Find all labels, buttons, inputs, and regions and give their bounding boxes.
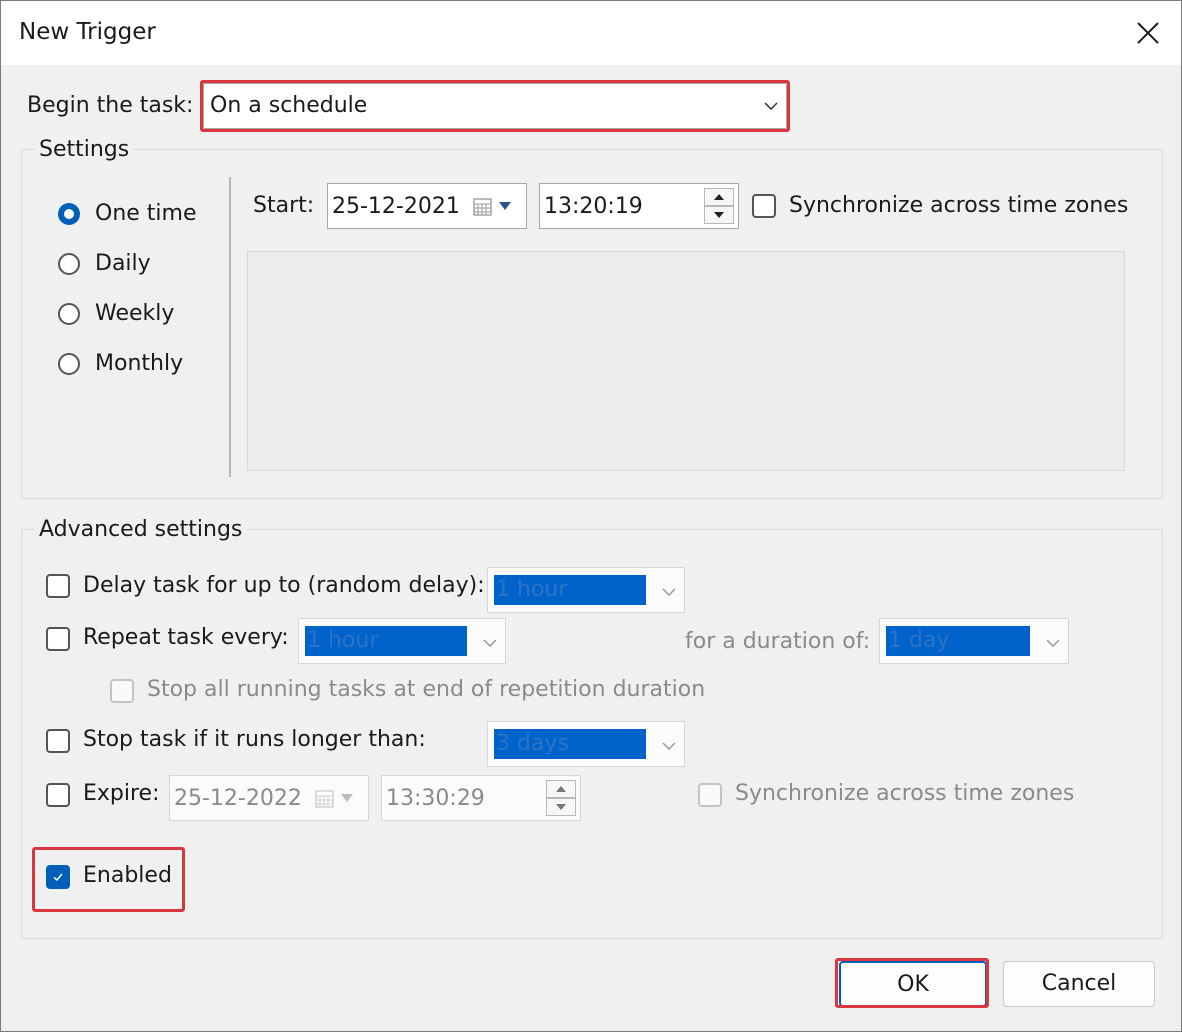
stop-task-value: 3 days bbox=[494, 729, 646, 759]
highlight-enabled bbox=[32, 847, 185, 912]
radio-weekly[interactable] bbox=[58, 303, 80, 325]
cancel-button[interactable]: Cancel bbox=[1003, 961, 1155, 1007]
chevron-down-icon bbox=[1046, 639, 1060, 647]
dropdown-arrow-icon[interactable] bbox=[340, 793, 354, 803]
stop-all-checkbox[interactable] bbox=[110, 679, 134, 703]
radio-one-time-label: One time bbox=[95, 201, 197, 226]
expire-spin-up[interactable] bbox=[546, 780, 576, 798]
expire-date-picker[interactable]: 25-12-2022 bbox=[169, 775, 369, 821]
expire-date-value: 25-12-2022 bbox=[174, 786, 302, 811]
chevron-down-icon bbox=[483, 639, 497, 647]
up-arrow-icon bbox=[556, 786, 566, 792]
schedule-options-panel bbox=[247, 251, 1125, 471]
radio-one-time[interactable] bbox=[58, 203, 80, 225]
settings-divider bbox=[229, 177, 231, 477]
delay-checkbox[interactable] bbox=[46, 574, 70, 598]
stop-task-checkbox[interactable] bbox=[46, 729, 70, 753]
highlight-ok bbox=[835, 958, 989, 1008]
chevron-down-icon bbox=[662, 742, 676, 750]
start-time-input[interactable]: 13:20:19 bbox=[539, 183, 739, 229]
advanced-settings-title: Advanced settings bbox=[35, 517, 247, 542]
delay-value: 1 hour bbox=[494, 575, 646, 605]
expire-time-input[interactable]: 13:30:29 bbox=[381, 775, 581, 821]
time-spin-down[interactable] bbox=[704, 206, 734, 224]
repeat-select[interactable]: 1 hour bbox=[298, 618, 506, 664]
sync-timezones-label: Synchronize across time zones bbox=[789, 193, 1129, 218]
repeat-value: 1 hour bbox=[305, 626, 467, 656]
expire-spin-down[interactable] bbox=[546, 798, 576, 816]
repeat-label: Repeat task every: bbox=[83, 625, 289, 650]
start-date-picker[interactable]: 25-12-2021 bbox=[327, 183, 527, 229]
expire-time-value: 13:30:29 bbox=[386, 786, 485, 811]
calendar-icon[interactable] bbox=[314, 788, 336, 810]
up-arrow-icon bbox=[714, 194, 724, 200]
highlight-begin-task bbox=[200, 80, 790, 132]
expire-checkbox[interactable] bbox=[46, 783, 70, 807]
title-bar: New Trigger bbox=[1, 1, 1181, 65]
start-date-value: 25-12-2021 bbox=[332, 194, 460, 219]
calendar-icon[interactable] bbox=[472, 196, 494, 218]
repeat-checkbox[interactable] bbox=[46, 627, 70, 651]
radio-monthly-label: Monthly bbox=[95, 351, 184, 376]
dropdown-arrow-icon[interactable] bbox=[498, 201, 512, 211]
radio-monthly[interactable] bbox=[58, 353, 80, 375]
duration-value: 1 day bbox=[886, 626, 1030, 656]
expire-label: Expire: bbox=[83, 781, 160, 806]
dialog-title: New Trigger bbox=[19, 19, 156, 45]
close-icon[interactable] bbox=[1125, 13, 1171, 53]
expire-sync-label: Synchronize across time zones bbox=[735, 781, 1075, 806]
radio-daily[interactable] bbox=[58, 253, 80, 275]
sync-timezones-checkbox[interactable] bbox=[752, 194, 776, 218]
down-arrow-icon bbox=[714, 212, 724, 218]
begin-task-label: Begin the task: bbox=[27, 93, 194, 118]
stop-task-label: Stop task if it runs longer than: bbox=[83, 727, 426, 752]
chevron-down-icon bbox=[662, 588, 676, 596]
settings-title: Settings bbox=[35, 137, 134, 162]
duration-label: for a duration of: bbox=[685, 629, 871, 654]
start-label: Start: bbox=[253, 193, 315, 218]
start-time-value: 13:20:19 bbox=[544, 194, 643, 219]
expire-sync-checkbox[interactable] bbox=[698, 783, 722, 807]
delay-select[interactable]: 1 hour bbox=[487, 567, 685, 613]
down-arrow-icon bbox=[556, 804, 566, 810]
new-trigger-dialog: New Trigger Begin the task: On a schedul… bbox=[0, 0, 1182, 1032]
stop-all-label: Stop all running tasks at end of repetit… bbox=[147, 677, 706, 702]
radio-daily-label: Daily bbox=[95, 251, 151, 276]
time-spin-up[interactable] bbox=[704, 188, 734, 206]
delay-label: Delay task for up to (random delay): bbox=[83, 573, 485, 598]
duration-select[interactable]: 1 day bbox=[879, 618, 1069, 664]
stop-task-select[interactable]: 3 days bbox=[487, 721, 685, 767]
radio-weekly-label: Weekly bbox=[95, 301, 175, 326]
